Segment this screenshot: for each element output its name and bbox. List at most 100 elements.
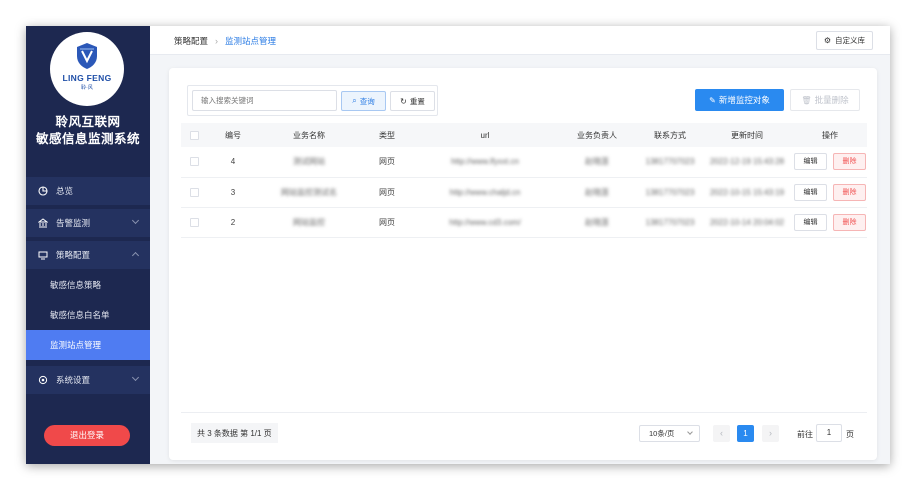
delete-button[interactable]: 删除 [833, 213, 866, 231]
table-header: 编号 业务名称 类型 url 业务负责人 联系方式 更新时间 操作 [181, 123, 867, 147]
prev-page-button[interactable]: ‹ [713, 425, 730, 442]
table-row: 4 测试网站 网页 http://www.lfyxxt.cn 赵晓莲 13817… [181, 147, 867, 178]
cell-id: 4 [207, 147, 259, 178]
reset-label: 重置 [409, 96, 425, 106]
edit-button[interactable]: 编辑 [794, 153, 827, 171]
goto-unit: 页 [846, 430, 854, 439]
menu-alerts[interactable]: 告警监测 [26, 209, 150, 237]
submenu-sensitive-policy[interactable]: 敏感信息策略 [26, 270, 150, 300]
bank-icon [38, 218, 48, 228]
cell-updated: 2022-10-14 20:04:02 [701, 207, 793, 238]
row-checkbox[interactable] [189, 187, 199, 197]
breadcrumb-current: 监测站点管理 [225, 36, 277, 46]
content-card: ⌕ 查询 ↻ 重置 ✎ 新增监控对象 🗑 批量删除 编号 [169, 68, 877, 460]
submenu-site-management[interactable]: 监测站点管理 [26, 330, 150, 360]
menu-alerts-label: 告警监测 [56, 218, 91, 228]
cell-owner: 赵晓莲 [555, 177, 639, 208]
reset-button[interactable]: ↻ 重置 [390, 91, 435, 111]
chevron-down-icon [687, 429, 693, 435]
menu-settings-label: 系统设置 [56, 375, 91, 385]
cell-contact: 13817707023 [639, 147, 701, 178]
shield-logo-icon [77, 43, 97, 69]
cell-type: 网页 [359, 177, 415, 208]
col-id: 编号 [207, 123, 259, 147]
cell-contact: 13817707023 [639, 207, 701, 238]
col-owner: 业务负责人 [555, 123, 639, 147]
cell-updated: 2022-12-19 15:43:28 [701, 147, 793, 178]
goto-page-input[interactable]: 1 [816, 424, 842, 442]
cell-name: 网站监控 [259, 207, 359, 238]
chevron-down-icon [131, 373, 140, 382]
cell-type: 网页 [359, 147, 415, 178]
search-icon: ⌕ [352, 96, 357, 105]
cell-url: http://www.cd3.com/ [415, 207, 555, 238]
edit-button[interactable]: 编辑 [794, 213, 827, 231]
gear-icon: ⚙ [823, 36, 831, 45]
col-actions: 操作 [793, 123, 867, 147]
settings-icon [38, 375, 48, 385]
pagination-summary: 共 3 条数据 第 1/1 页 [191, 423, 278, 443]
batch-delete-button[interactable]: 🗑 批量删除 [790, 89, 860, 111]
cell-contact: 13817707023 [639, 177, 701, 208]
edit-button[interactable]: 编辑 [794, 183, 827, 201]
col-contact: 联系方式 [639, 123, 701, 147]
row-checkbox[interactable] [189, 157, 199, 167]
menu-settings[interactable]: 系统设置 [26, 366, 150, 394]
delete-button[interactable]: 删除 [833, 153, 866, 171]
page-size-select[interactable]: 10条/页 [639, 425, 700, 442]
trash-icon: 🗑 [801, 95, 812, 105]
chevron-up-icon [131, 251, 140, 260]
batch-delete-label: 批量删除 [814, 95, 849, 105]
table-row: 2 网站监控 网页 http://www.cd3.com/ 赵晓莲 138177… [181, 207, 867, 238]
sidebar: LING FENG 聆·风 聆风互联网 敏感信息监测系统 总览 告警监测 策略配… [26, 26, 150, 464]
chevron-down-icon [131, 216, 140, 225]
logo: LING FENG 聆·风 [50, 32, 124, 106]
app-window: LING FENG 聆·风 聆风互联网 敏感信息监测系统 总览 告警监测 策略配… [26, 26, 890, 464]
breadcrumb-parent[interactable]: 策略配置 [174, 35, 208, 47]
cell-url: http://www.chaljd.cn [415, 177, 555, 208]
next-page-button[interactable]: › [762, 425, 779, 442]
add-monitor-button[interactable]: ✎ 新增监控对象 [695, 89, 784, 111]
cell-name: 网站监控测试名 [259, 177, 359, 208]
cell-type: 网页 [359, 207, 415, 238]
row-checkbox[interactable] [189, 217, 199, 227]
cell-actions: 编辑 删除 [793, 147, 867, 178]
breadcrumb: 策略配置 › 监测站点管理 [174, 35, 276, 47]
refresh-icon: ↻ [400, 96, 407, 106]
menu-strategy[interactable]: 策略配置 [26, 241, 150, 269]
menu-overview[interactable]: 总览 [26, 177, 150, 205]
chevron-right-icon: › [215, 36, 219, 46]
submenu-whitelist[interactable]: 敏感信息白名单 [26, 300, 150, 330]
search-panel: ⌕ 查询 ↻ 重置 [187, 85, 438, 116]
site-table: 编号 业务名称 类型 url 业务负责人 联系方式 更新时间 操作 4 测试网站… [181, 123, 867, 238]
page-size-value: 10条/页 [649, 429, 675, 438]
page-number-current[interactable]: 1 [737, 425, 754, 442]
search-input[interactable] [192, 90, 337, 111]
cell-id: 2 [207, 207, 259, 238]
select-all-cell[interactable] [181, 123, 207, 147]
logo-text: LING FENG [62, 73, 112, 83]
select-all-checkbox[interactable] [189, 130, 199, 140]
logo-subtext: 聆·风 [81, 85, 93, 91]
add-monitor-label: 新增监控对象 [718, 95, 770, 105]
app-subtitle: 敏感信息监测系统 [35, 132, 140, 146]
table-row: 3 网站监控测试名 网页 http://www.chaljd.cn 赵晓莲 13… [181, 177, 867, 208]
logout-button[interactable]: 退出登录 [44, 425, 130, 446]
query-button[interactable]: ⌕ 查询 [341, 91, 386, 111]
delete-button[interactable]: 删除 [833, 183, 866, 201]
divider [181, 412, 867, 413]
col-updated: 更新时间 [701, 123, 793, 147]
cell-actions: 编辑 删除 [793, 177, 867, 208]
pie-chart-icon [38, 186, 48, 196]
menu-overview-label: 总览 [56, 186, 74, 196]
custom-library-button[interactable]: ⚙ 自定义库 [815, 31, 873, 50]
custom-library-label: 自定义库 [835, 36, 865, 45]
menu-strategy-label: 策略配置 [56, 250, 91, 260]
cell-url: http://www.lfyxxt.cn [415, 147, 555, 178]
cell-owner: 赵晓莲 [555, 207, 639, 238]
top-bar: 策略配置 › 监测站点管理 ⚙ 自定义库 [150, 26, 890, 55]
cell-actions: 编辑 删除 [793, 207, 867, 238]
goto-label: 前往 [797, 430, 813, 439]
monitor-icon [38, 250, 48, 260]
edit-icon: ✎ [709, 95, 716, 105]
